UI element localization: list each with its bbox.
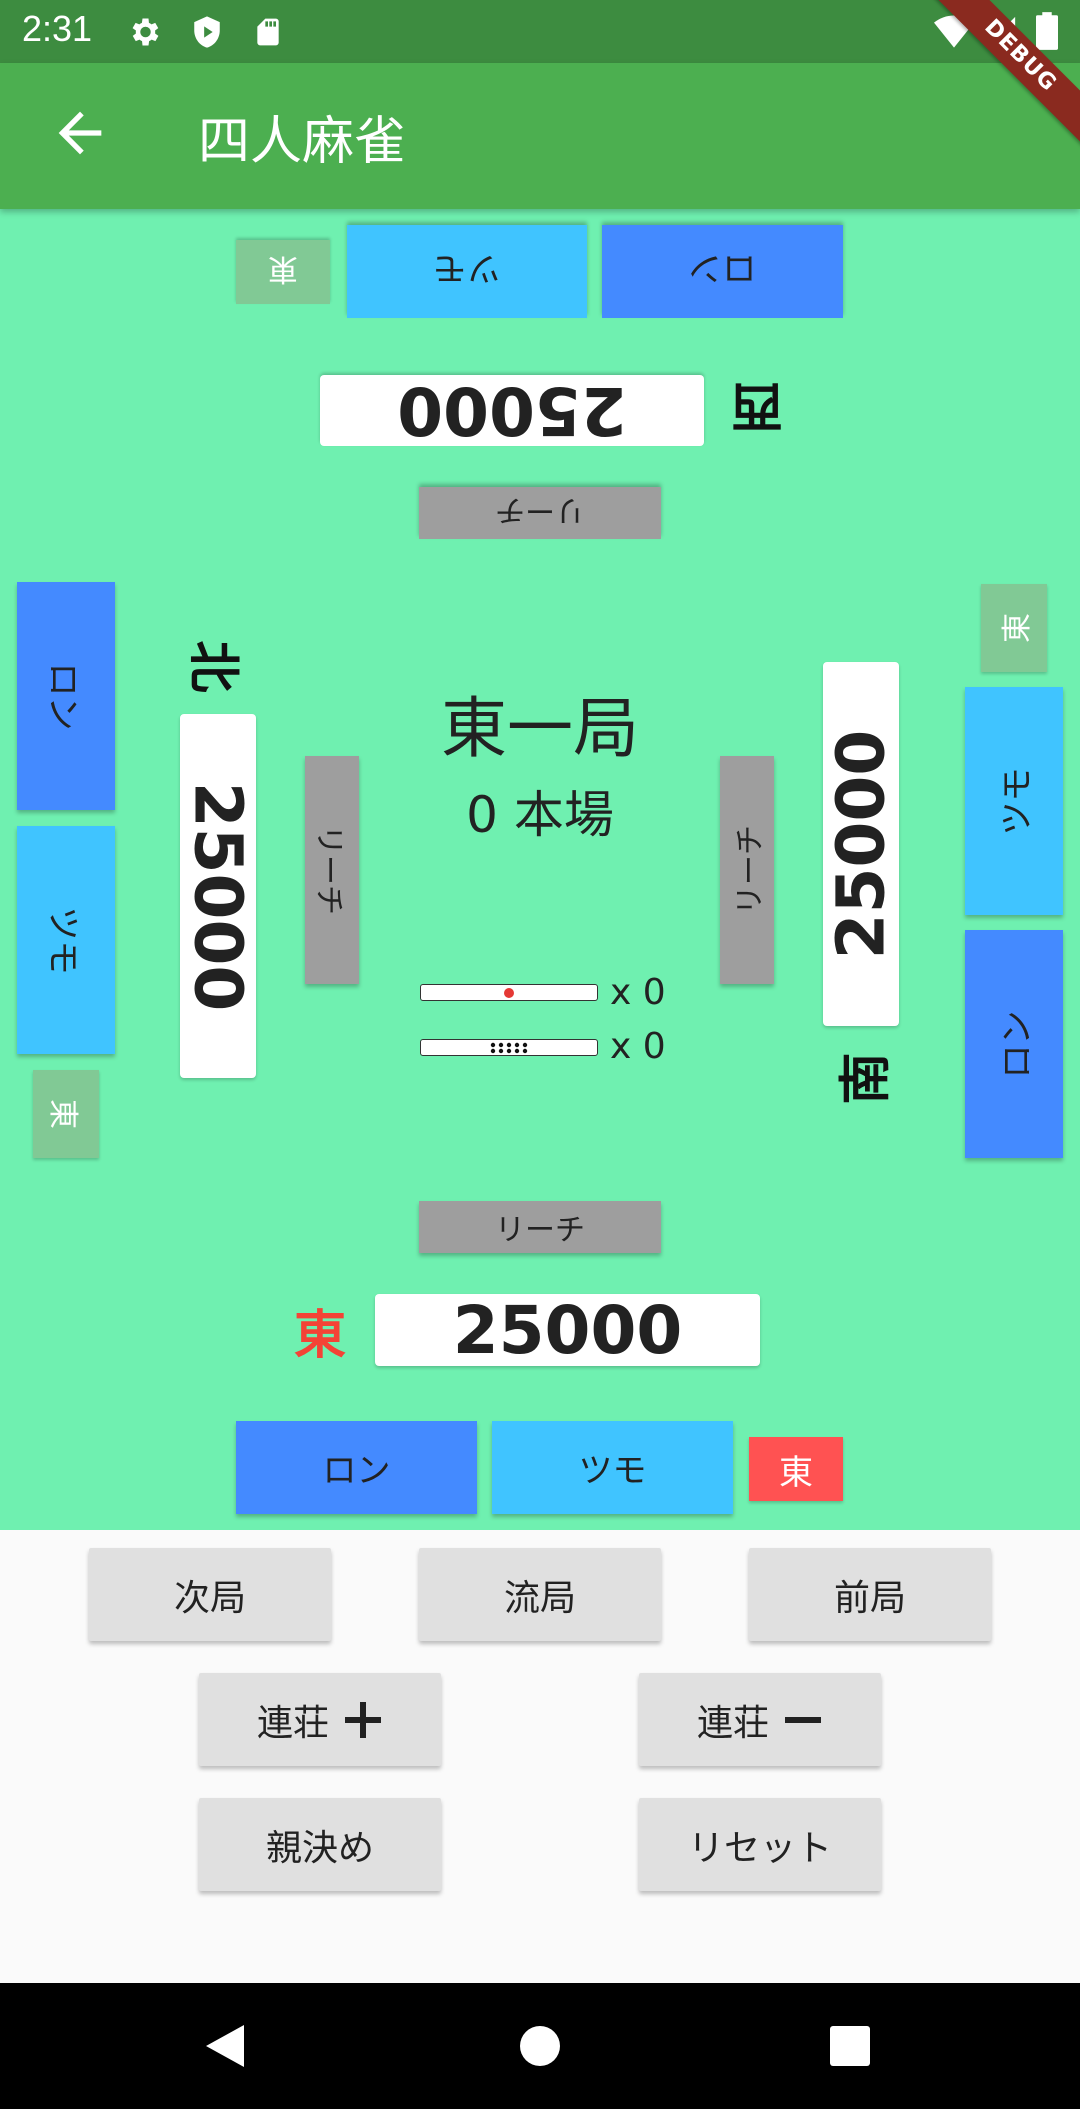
play-protect-icon xyxy=(194,16,220,48)
app-bar: 四人麻雀 xyxy=(0,63,1080,209)
riichi-label: リーチ xyxy=(495,492,585,527)
wind-text: 東 xyxy=(293,1305,346,1366)
tsumo-label: ツモ xyxy=(433,248,501,288)
riichi-stick-dot xyxy=(504,987,514,998)
riichi-label: リーチ xyxy=(311,825,346,915)
decide-dealer-label: 親決め xyxy=(265,1827,374,1869)
score-right: 25000 xyxy=(822,662,900,1026)
tsumo-label: ツモ xyxy=(997,767,1038,835)
tsumo-button-bottom[interactable]: ツモ xyxy=(492,1421,733,1514)
wind-text: 南 xyxy=(836,1051,897,1105)
wind-label-top: 西 xyxy=(724,375,790,446)
nav-home-icon[interactable] xyxy=(518,2024,562,2068)
ron-button-left[interactable]: ロン xyxy=(17,582,115,810)
riichi-button-right[interactable]: リーチ xyxy=(720,756,774,984)
riichi-button-top[interactable]: リーチ xyxy=(419,487,661,539)
draw-label: 流局 xyxy=(503,1577,576,1619)
minus-icon xyxy=(785,1716,821,1723)
navigation-bar xyxy=(0,1983,1080,2109)
riichi-stick-count: x 0 xyxy=(610,972,666,1013)
score-top: 25000 xyxy=(320,372,704,449)
signal-icon xyxy=(986,16,1016,46)
riichi-button-bottom[interactable]: リーチ xyxy=(419,1201,661,1253)
ron-button-bottom[interactable]: ロン xyxy=(236,1421,477,1514)
riichi-label: リーチ xyxy=(495,1213,585,1248)
reset-button[interactable]: リセット xyxy=(639,1798,881,1891)
honba-stick-dots-icon xyxy=(490,1042,528,1053)
round-name: 東一局 xyxy=(441,690,639,767)
wifi-icon xyxy=(934,15,974,48)
sd-card-icon xyxy=(257,18,279,46)
ron-label: ロン xyxy=(688,248,757,288)
tsumo-button-right[interactable]: ツモ xyxy=(965,687,1063,915)
ron-button-right[interactable]: ロン xyxy=(965,930,1063,1158)
honba-count: 0 本場 xyxy=(466,786,614,844)
riichi-stick-icon xyxy=(420,984,598,1001)
gear-icon xyxy=(132,18,159,46)
score-value: 25000 xyxy=(179,781,257,1011)
prev-round-label: 前局 xyxy=(833,1577,906,1619)
renchan-plus-button[interactable]: 連荘 xyxy=(199,1673,441,1766)
ron-label: ロン xyxy=(322,1451,391,1491)
seat-badge-right: 東 xyxy=(981,584,1047,672)
ron-label: ロン xyxy=(997,1010,1038,1078)
nav-recents-icon[interactable] xyxy=(830,2026,870,2066)
wind-label-right: 南 xyxy=(823,1044,899,1112)
dealer-badge-bottom: 東 xyxy=(749,1437,843,1501)
riichi-button-left[interactable]: リーチ xyxy=(305,756,359,984)
draw-button[interactable]: 流局 xyxy=(419,1548,661,1641)
ron-button-top[interactable]: ロン xyxy=(602,225,843,318)
wind-label-bottom: 東 xyxy=(288,1294,352,1366)
score-value: 25000 xyxy=(822,729,900,959)
wind-text: 北 xyxy=(182,639,243,693)
renchan-plus-label: 連荘 xyxy=(256,1702,329,1744)
score-left: 25000 xyxy=(179,714,257,1078)
decide-dealer-button[interactable]: 親決め xyxy=(199,1798,441,1891)
wind-label-left: 北 xyxy=(180,632,256,700)
seat-badge-left: 東 xyxy=(33,1070,99,1158)
seat-badge-text: 東 xyxy=(268,251,298,286)
battery-icon xyxy=(1036,12,1058,50)
score-value: 25000 xyxy=(452,1291,683,1369)
honba-stick-icon xyxy=(420,1039,598,1056)
seat-badge-top: 東 xyxy=(236,240,330,304)
status-time: 2:31 xyxy=(22,8,93,49)
wind-text: 西 xyxy=(731,375,784,435)
renchan-minus-label: 連荘 xyxy=(696,1702,769,1744)
tsumo-label: ツモ xyxy=(42,906,83,974)
plus-icon xyxy=(345,1701,381,1738)
seat-badge-text: 東 xyxy=(45,1099,80,1129)
arrow-left-icon[interactable] xyxy=(48,101,112,165)
ron-label: ロン xyxy=(42,662,83,730)
next-round-label: 次局 xyxy=(173,1577,246,1619)
honba-stick-count: x 0 xyxy=(610,1026,666,1067)
reset-label: リセット xyxy=(687,1827,832,1869)
status-bar: 2:31 xyxy=(0,0,1080,63)
tsumo-button-top[interactable]: ツモ xyxy=(347,225,587,318)
tsumo-button-left[interactable]: ツモ xyxy=(17,826,115,1054)
riichi-label: リーチ xyxy=(733,825,768,915)
tsumo-label: ツモ xyxy=(578,1451,647,1491)
score-bottom: 25000 xyxy=(375,1291,760,1369)
next-round-button[interactable]: 次局 xyxy=(89,1548,331,1641)
renchan-minus-button[interactable]: 連荘 xyxy=(639,1673,881,1766)
seat-badge-text: 東 xyxy=(1000,613,1035,643)
page-title: 四人麻雀 xyxy=(198,112,407,172)
score-value: 25000 xyxy=(397,372,627,449)
prev-round-button[interactable]: 前局 xyxy=(749,1548,991,1641)
nav-back-icon[interactable] xyxy=(204,2023,246,2069)
seat-badge-text: 東 xyxy=(779,1452,813,1493)
